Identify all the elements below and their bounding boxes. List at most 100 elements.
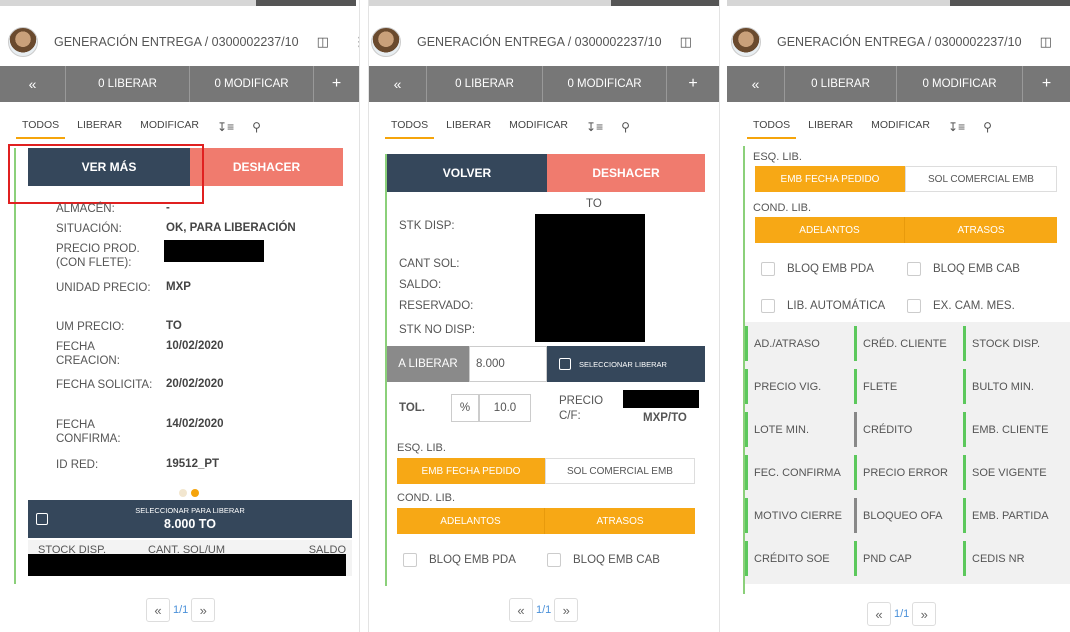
sort-icon[interactable]: ↧≡: [948, 120, 965, 134]
progress-line: [727, 0, 1070, 6]
back-button[interactable]: «: [727, 66, 785, 102]
tol-input[interactable]: 10.0: [479, 394, 531, 422]
page-title: GENERACIÓN ENTREGA / 0300002237/10: [777, 35, 1022, 49]
next-page-button[interactable]: »: [912, 602, 937, 626]
sort-icon[interactable]: ↧≡: [217, 120, 234, 134]
checkbox[interactable]: [761, 299, 775, 313]
seleccionar-liberar-button[interactable]: SELECCIONAR LIBERAR: [547, 346, 705, 382]
precio-unit: MXP/TO: [643, 412, 687, 424]
columns-icon[interactable]: ◫: [1040, 34, 1052, 50]
select-amount: 8.000 TO: [164, 517, 216, 531]
status-flete: FLETE: [854, 369, 959, 404]
check-ex-cam-mes[interactable]: EX. CAM. MES.: [907, 299, 1015, 313]
progress-line: [0, 0, 356, 6]
precio-cf-label: PRECIO C/F:: [559, 395, 604, 422]
prev-page-button[interactable]: «: [509, 598, 533, 622]
cond-lib-selector: ADELANTOS ATRASOS: [397, 508, 695, 534]
tab-modificar[interactable]: MODIFICAR: [871, 112, 930, 142]
cond-option-atrasos[interactable]: ATRASOS: [545, 508, 695, 534]
check-bloq-emb-cab[interactable]: BLOQ EMB CAB: [547, 553, 660, 567]
columns-icon[interactable]: ◫: [680, 34, 692, 50]
carousel-dot-active[interactable]: [191, 489, 199, 497]
modificar-button[interactable]: 0 MODIFICAR: [190, 66, 314, 102]
tab-todos[interactable]: TODOS: [384, 112, 435, 142]
cond-option-atrasos[interactable]: ATRASOS: [905, 217, 1057, 243]
select-for-release-bar[interactable]: SELECCIONAR PARA LIBERAR 8.000 TO: [28, 500, 352, 538]
header: GENERACIÓN ENTREGA / 0300002237/10 ◫: [727, 20, 1070, 64]
prev-page-button[interactable]: «: [146, 598, 170, 622]
status-grid: AD./ATRASO CRÉD. CLIENTE STOCK DISP. PRE…: [745, 322, 1070, 584]
tab-todos[interactable]: TODOS: [746, 112, 797, 142]
volver-button[interactable]: VOLVER: [387, 154, 547, 192]
add-button[interactable]: +: [1023, 66, 1070, 102]
more-icon[interactable]: ⋮: [353, 34, 359, 50]
checkbox[interactable]: [907, 262, 921, 276]
back-button[interactable]: «: [0, 66, 66, 102]
next-page-button[interactable]: »: [191, 598, 216, 622]
next-page-button[interactable]: »: [554, 598, 579, 622]
checkbox[interactable]: [761, 262, 775, 276]
add-button[interactable]: +: [314, 66, 359, 102]
percent-addon: %: [451, 394, 479, 422]
search-icon[interactable]: ⚲: [621, 120, 630, 134]
select-checkbox[interactable]: [559, 358, 571, 370]
carousel-dot[interactable]: [179, 489, 187, 497]
modificar-button[interactable]: 0 MODIFICAR: [543, 66, 667, 102]
status-credito: CRÉDITO: [854, 412, 959, 447]
tab-liberar[interactable]: LIBERAR: [446, 112, 491, 142]
search-icon[interactable]: ⚲: [252, 120, 261, 134]
cond-lib-selector: ADELANTOS ATRASOS: [755, 217, 1057, 243]
avatar[interactable]: [371, 27, 401, 57]
esq-option-sol-comercial[interactable]: SOL COMERCIAL EMB: [545, 458, 695, 484]
cond-option-adelantos[interactable]: ADELANTOS: [755, 217, 905, 243]
status-emb-cliente: EMB. CLIENTE: [963, 412, 1068, 447]
avatar[interactable]: [731, 27, 761, 57]
highlight-box: [8, 144, 204, 204]
tab-modificar[interactable]: MODIFICAR: [509, 112, 568, 142]
action-bar: « 0 LIBERAR 0 MODIFICAR +: [369, 66, 719, 102]
avatar[interactable]: [8, 27, 38, 57]
check-bloq-emb-cab[interactable]: BLOQ EMB CAB: [907, 262, 1020, 276]
liberar-button[interactable]: 0 LIBERAR: [785, 66, 897, 102]
header: GENERACIÓN ENTREGA / 0300002237/10 ◫ ⋮: [369, 20, 719, 64]
prev-page-button[interactable]: «: [867, 602, 891, 626]
add-button[interactable]: +: [667, 66, 719, 102]
tab-modificar[interactable]: MODIFICAR: [140, 112, 199, 142]
deshacer-button[interactable]: DESHACER: [190, 148, 343, 186]
stock-table: STOCK DISP. CANT. SOL/UM SALDO: [28, 540, 352, 576]
checkbox[interactable]: [403, 553, 417, 567]
liberar-button[interactable]: 0 LIBERAR: [427, 66, 543, 102]
status-ad-atraso: AD./ATRASO: [745, 326, 850, 361]
modificar-button[interactable]: 0 MODIFICAR: [897, 66, 1023, 102]
tab-liberar[interactable]: LIBERAR: [808, 112, 853, 142]
sort-icon[interactable]: ↧≡: [586, 120, 603, 134]
status-credito-soe: CRÉDITO SOE: [745, 541, 850, 576]
label-reservado: RESERVADO:: [399, 300, 474, 312]
liberar-button[interactable]: 0 LIBERAR: [66, 66, 190, 102]
pagination: « 1/1 »: [867, 602, 937, 626]
tab-bar: TODOS LIBERAR MODIFICAR ↧≡ ⚲: [727, 112, 1070, 142]
more-icon[interactable]: ⋮: [716, 34, 719, 50]
header: GENERACIÓN ENTREGA / 0300002237/10 ◫ ⋮: [0, 20, 359, 64]
columns-icon[interactable]: ◫: [317, 34, 329, 50]
back-button[interactable]: «: [369, 66, 427, 102]
cond-lib-label: COND. LIB.: [397, 492, 456, 504]
check-lib-automatica[interactable]: LIB. AUTOMÁTICA: [761, 299, 885, 313]
status-precio-vig: PRECIO VIG.: [745, 369, 850, 404]
tab-todos[interactable]: TODOS: [15, 112, 66, 142]
search-icon[interactable]: ⚲: [983, 120, 992, 134]
deshacer-button[interactable]: DESHACER: [547, 154, 705, 192]
tolerance-row: TOL. % 10.0 PRECIO C/F: MXP/TO: [387, 384, 705, 430]
check-bloq-emb-pda[interactable]: BLOQ EMB PDA: [761, 262, 874, 276]
esq-option-fecha-pedido[interactable]: EMB FECHA PEDIDO: [397, 458, 545, 484]
panel-options: GENERACIÓN ENTREGA / 0300002237/10 ◫ « 0…: [727, 0, 1070, 632]
a-liberar-input[interactable]: 8.000: [469, 346, 547, 382]
check-bloq-emb-pda[interactable]: BLOQ EMB PDA: [403, 553, 516, 567]
esq-option-sol-comercial[interactable]: SOL COMERCIAL EMB: [905, 166, 1057, 192]
cond-option-adelantos[interactable]: ADELANTOS: [397, 508, 545, 534]
esq-option-fecha-pedido[interactable]: EMB FECHA PEDIDO: [755, 166, 905, 192]
checkbox[interactable]: [547, 553, 561, 567]
redacted-block: [164, 240, 264, 262]
checkbox[interactable]: [907, 299, 921, 313]
tab-liberar[interactable]: LIBERAR: [77, 112, 122, 142]
